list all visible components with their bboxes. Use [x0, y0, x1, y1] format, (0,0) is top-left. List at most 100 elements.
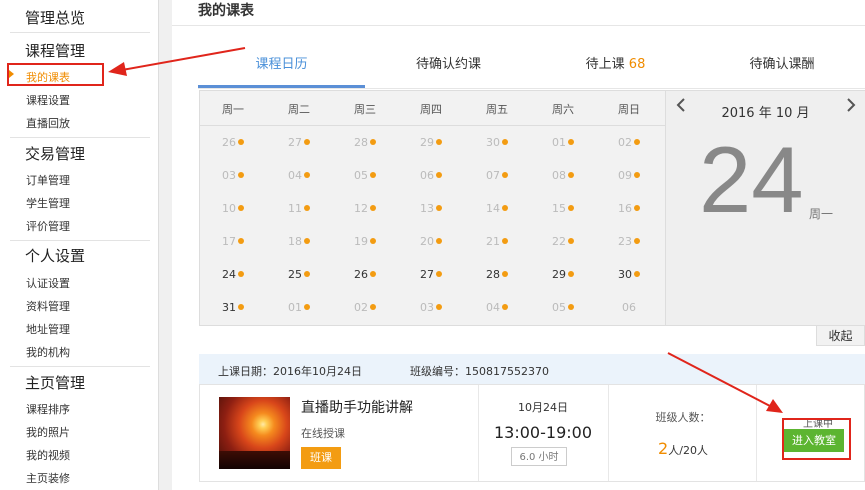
calendar-day[interactable]: 11 [266, 202, 332, 215]
sidebar-item-decoration[interactable]: 主页装修 [26, 470, 70, 486]
calendar-day-number: 31 [222, 301, 236, 314]
sidebar-item-students[interactable]: 学生管理 [26, 195, 70, 211]
course-duration: 6.0 小时 [511, 447, 567, 466]
course-dot-icon [304, 238, 310, 244]
calendar-day[interactable]: 02 [332, 301, 398, 314]
course-dot-icon [370, 205, 376, 211]
calendar-day[interactable]: 05 [332, 169, 398, 182]
course-time: 13:00-19:00 [494, 423, 592, 442]
course-thumbnail[interactable] [219, 397, 290, 469]
tab-pending-booking[interactable]: 待确认约课 [365, 48, 532, 88]
calendar-day[interactable]: 17 [200, 235, 266, 248]
sidebar-item-address[interactable]: 地址管理 [26, 321, 70, 337]
calendar-day[interactable]: 21 [464, 235, 530, 248]
calendar-day[interactable]: 01 [530, 136, 596, 149]
sidebar-item-live-replay[interactable]: 直播回放 [26, 115, 70, 131]
course-dot-icon [568, 205, 574, 211]
calendar-day-number: 01 [552, 136, 566, 149]
course-dot-icon [238, 205, 244, 211]
divider [10, 366, 150, 367]
calendar-day[interactable]: 22 [530, 235, 596, 248]
course-title[interactable]: 直播助手功能讲解 [301, 397, 413, 417]
calendar-day-number: 09 [618, 169, 632, 182]
sidebar-item-course-settings[interactable]: 课程设置 [26, 92, 70, 108]
sidebar-item-orders[interactable]: 订单管理 [26, 172, 70, 188]
weekday-label: 周二 [288, 103, 310, 116]
selected-weekday: 周一 [809, 207, 834, 221]
calendar-day[interactable]: 14 [464, 202, 530, 215]
course-dot-icon [568, 304, 574, 310]
chevron-right-icon[interactable] [846, 97, 856, 118]
course-dot-icon [568, 271, 574, 277]
sidebar-item-course-order[interactable]: 课程排序 [26, 401, 70, 417]
calendar-day[interactable]: 08 [530, 169, 596, 182]
calendar-day[interactable]: 03 [398, 301, 464, 314]
calendar-day[interactable]: 16 [596, 202, 662, 215]
calendar-day[interactable]: 06 [398, 169, 464, 182]
calendar-day[interactable]: 05 [530, 301, 596, 314]
calendar-day[interactable]: 06 [596, 301, 662, 314]
course-type: 在线授课 [301, 427, 345, 440]
calendar-day[interactable]: 28 [464, 268, 530, 281]
course-dot-icon [502, 172, 508, 178]
calendar-day[interactable]: 02 [596, 136, 662, 149]
weekday-label: 周三 [354, 103, 376, 116]
course-date-label: 上课日期：2016年10月24日 [218, 365, 362, 378]
collapse-button[interactable]: 收起 [816, 326, 865, 346]
calendar-day[interactable]: 18 [266, 235, 332, 248]
calendar-day-number: 27 [420, 268, 434, 281]
tab-upcoming[interactable]: 待上课 68 [532, 48, 699, 88]
calendar-day[interactable]: 23 [596, 235, 662, 248]
calendar-day-number: 05 [354, 169, 368, 182]
sidebar-item-profile[interactable]: 资料管理 [26, 298, 70, 314]
calendar-day[interactable]: 27 [398, 268, 464, 281]
calendar-day-number: 02 [354, 301, 368, 314]
calendar-day[interactable]: 26 [332, 268, 398, 281]
highlight-box [782, 418, 851, 460]
calendar-day[interactable]: 25 [266, 268, 332, 281]
calendar-day[interactable]: 27 [266, 136, 332, 149]
calendar-day[interactable]: 20 [398, 235, 464, 248]
calendar-day[interactable]: 12 [332, 202, 398, 215]
calendar-day-number: 29 [552, 268, 566, 281]
course-dot-icon [502, 238, 508, 244]
tab-calendar[interactable]: 课程日历 [198, 48, 365, 88]
calendar-day[interactable]: 01 [266, 301, 332, 314]
course-dot-icon [436, 271, 442, 277]
sidebar-item-videos[interactable]: 我的视频 [26, 447, 70, 463]
calendar-day[interactable]: 30 [596, 268, 662, 281]
calendar-day[interactable]: 04 [464, 301, 530, 314]
calendar-day-number: 26 [354, 268, 368, 281]
divider [10, 137, 150, 138]
sidebar-section-course: 课程管理 [25, 42, 86, 60]
calendar-day[interactable]: 09 [596, 169, 662, 182]
calendar-day-number: 11 [288, 202, 302, 215]
course-dot-icon [634, 139, 640, 145]
calendar-day-number: 03 [420, 301, 434, 314]
course-dot-icon [238, 172, 244, 178]
course-dot-icon [568, 139, 574, 145]
tab-upcoming-badge: 68 [628, 57, 646, 72]
calendar-day[interactable]: 30 [464, 136, 530, 149]
calendar-day[interactable]: 15 [530, 202, 596, 215]
calendar-day[interactable]: 04 [266, 169, 332, 182]
tab-pending-fee[interactable]: 待确认课酬 [699, 48, 865, 88]
calendar-day[interactable]: 10 [200, 202, 266, 215]
sidebar-section-overview[interactable]: 管理总览 [25, 7, 85, 28]
page-title: 我的课表 [198, 3, 254, 19]
sidebar-item-verification[interactable]: 认证设置 [26, 275, 70, 291]
calendar-day[interactable]: 07 [464, 169, 530, 182]
calendar-day[interactable]: 13 [398, 202, 464, 215]
calendar-day[interactable]: 26 [200, 136, 266, 149]
calendar-day[interactable]: 31 [200, 301, 266, 314]
sidebar-item-reviews[interactable]: 评价管理 [26, 218, 70, 234]
sidebar-item-photos[interactable]: 我的照片 [26, 424, 70, 440]
calendar-day[interactable]: 29 [398, 136, 464, 149]
course-dot-icon [370, 172, 376, 178]
calendar-day[interactable]: 28 [332, 136, 398, 149]
calendar-day[interactable]: 03 [200, 169, 266, 182]
calendar-day[interactable]: 19 [332, 235, 398, 248]
calendar-day[interactable]: 24 [200, 268, 266, 281]
sidebar-item-organization[interactable]: 我的机构 [26, 344, 70, 360]
calendar-day[interactable]: 29 [530, 268, 596, 281]
